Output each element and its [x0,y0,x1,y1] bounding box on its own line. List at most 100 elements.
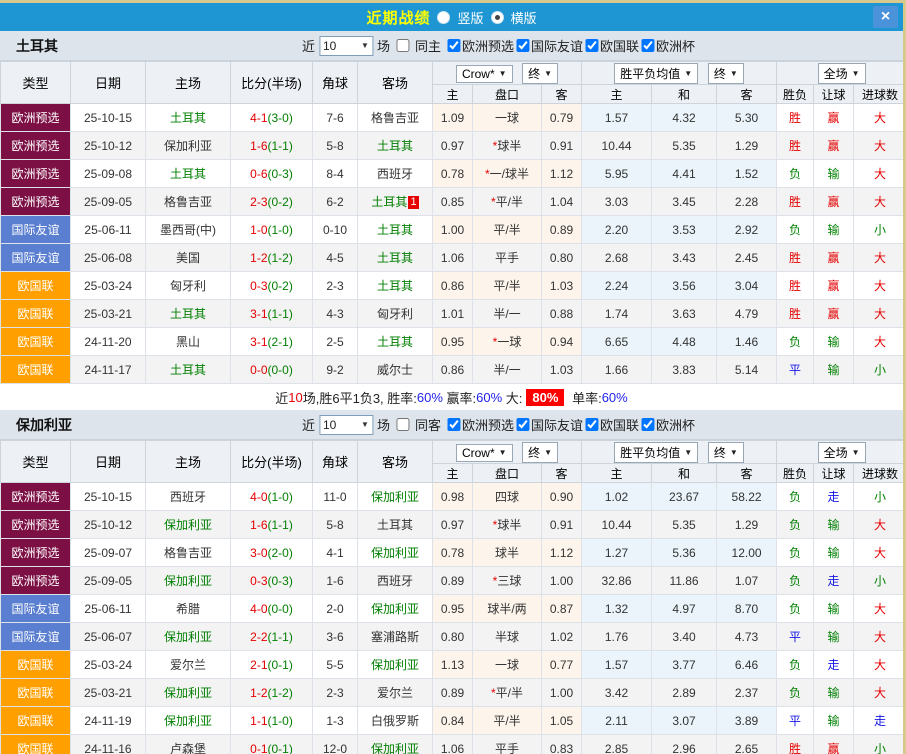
away-team-cell: 保加利亚 [358,595,433,623]
odds-handicap: *一/球半 [473,160,542,188]
avg-draw: 3.77 [652,651,717,679]
vertical-layout-label: 竖版 [457,8,483,27]
league-checkbox-euro-qualifier[interactable] [447,39,460,52]
halftime-score: (0-1) [268,658,293,672]
match-row: 欧国联25-03-21土耳其3-1(1-1)4-3匈牙利1.01半/一0.881… [1,300,906,328]
team-name: 白俄罗斯 [371,714,419,728]
away-team-cell: 塞浦路斯 [358,623,433,651]
recent-count-select[interactable]: 10▼ [319,415,373,435]
league-checkbox-euro-qualifier[interactable] [447,418,460,431]
league-checkbox-euro-cup[interactable] [641,418,654,431]
home-team-cell: 西班牙 [146,483,231,511]
odds-home: 0.98 [433,483,473,511]
odds-home: 0.85 [433,188,473,216]
odds-company-dropdown[interactable]: Crow*▼ [456,444,513,462]
result-handicap: 输 [814,328,854,356]
corner-score: 4-1 [313,539,358,567]
corner-score: 3-6 [313,623,358,651]
avg-dropdown[interactable]: 胜平负均值▼ [614,442,698,463]
odds-handicap: *三球 [473,567,542,595]
col-away: 客场 [358,62,433,104]
result-wdl: 负 [777,539,814,567]
avg-home: 10.44 [582,511,652,539]
league-checkbox-friendly[interactable] [516,418,529,431]
away-team-cell: 土耳其 [358,511,433,539]
fullmatch-dropdown[interactable]: 全场▼ [818,63,866,84]
league-checkbox-friendly[interactable] [516,39,529,52]
away-team-cell: 格鲁吉亚 [358,104,433,132]
team-name: 保加利亚 [164,574,212,588]
result-goals: 走 [854,707,906,735]
away-team-cell: 匈牙利 [358,300,433,328]
odds-handicap: 四球 [473,483,542,511]
result-handicap: 输 [814,160,854,188]
odds-handicap: 球半/两 [473,595,542,623]
chevron-down-icon: ▼ [544,448,552,457]
team-name: 西班牙 [377,167,413,181]
result-handicap: 赢 [814,244,854,272]
avg-away: 1.29 [717,132,777,160]
match-date: 24-11-20 [71,328,146,356]
halftime-score: (0-3) [268,167,293,181]
filter-bar: 近 10▼ 场 同主 欧洲预选 国际友谊 欧国联 欧洲杯 [298,36,695,56]
team-name: 土耳其 [377,223,413,237]
col-let-goal: 让球 [814,464,854,483]
chevron-down-icon: ▼ [684,448,692,457]
avg-final-dropdown[interactable]: 终▼ [708,63,744,84]
team-name: 土耳其 [170,167,206,181]
big-rate-badge: 80% [526,389,564,406]
odds-away: 1.02 [542,623,582,651]
result-handicap: 走 [814,567,854,595]
match-type: 国际友谊 [1,244,71,272]
odds-away: 1.12 [542,160,582,188]
odds-final-dropdown[interactable]: 终▼ [522,442,558,463]
same-venue-checkbox[interactable] [396,418,409,431]
away-team-cell: 保加利亚 [358,483,433,511]
avg-draw: 5.35 [652,132,717,160]
avg-value: 胜平负均值 [620,65,680,82]
odds-handicap: *平/半 [473,679,542,707]
section-header: 保加利亚 近 10▼ 场 同客 欧洲预选 国际友谊 欧国联 欧洲杯 [0,410,903,440]
star-mark: * [485,167,490,181]
fulltime-score: 3-1 [250,335,267,349]
avg-final-dropdown[interactable]: 终▼ [708,442,744,463]
fullmatch-dropdown[interactable]: 全场▼ [818,442,866,463]
avg-home: 5.95 [582,160,652,188]
team-name: 匈牙利 [170,279,206,293]
odds-away: 0.88 [542,300,582,328]
league-checkbox-nations-league[interactable] [585,418,598,431]
summary-text: 单率: [568,388,601,407]
recent-count-select[interactable]: 10▼ [319,36,373,56]
league-label: 欧国联 [600,415,639,434]
odds-away: 0.79 [542,104,582,132]
close-icon[interactable]: × [873,6,898,28]
home-team-cell: 保加利亚 [146,132,231,160]
halftime-score: (1-0) [268,490,293,504]
avg-away: 6.46 [717,651,777,679]
horizontal-layout-radio[interactable] [491,11,504,24]
halftime-score: (0-3) [268,574,293,588]
home-team-cell: 保加利亚 [146,679,231,707]
match-date: 25-03-21 [71,679,146,707]
home-team-cell: 土耳其 [146,160,231,188]
odds-company-dropdown[interactable]: Crow*▼ [456,65,513,83]
match-row: 欧洲预选25-09-05保加利亚0-3(0-3)1-6西班牙0.89*三球1.0… [1,567,906,595]
league-checkbox-euro-cup[interactable] [641,39,654,52]
vertical-layout-radio[interactable] [437,11,450,24]
fulltime-score: 3-0 [250,546,267,560]
result-goals: 大 [854,679,906,707]
col-away: 客场 [358,441,433,483]
star-mark: * [493,335,498,349]
result-goals: 大 [854,511,906,539]
corner-score: 2-3 [313,679,358,707]
avg-draw: 3.07 [652,707,717,735]
same-venue-checkbox[interactable] [396,39,409,52]
odds-final-dropdown[interactable]: 终▼ [522,63,558,84]
result-wdl: 胜 [777,272,814,300]
avg-away: 12.00 [717,539,777,567]
fulltime-score: 4-1 [250,111,267,125]
avg-dropdown[interactable]: 胜平负均值▼ [614,63,698,84]
score-cell: 2-2(1-1) [231,623,313,651]
corner-score: 9-2 [313,356,358,384]
league-checkbox-nations-league[interactable] [585,39,598,52]
